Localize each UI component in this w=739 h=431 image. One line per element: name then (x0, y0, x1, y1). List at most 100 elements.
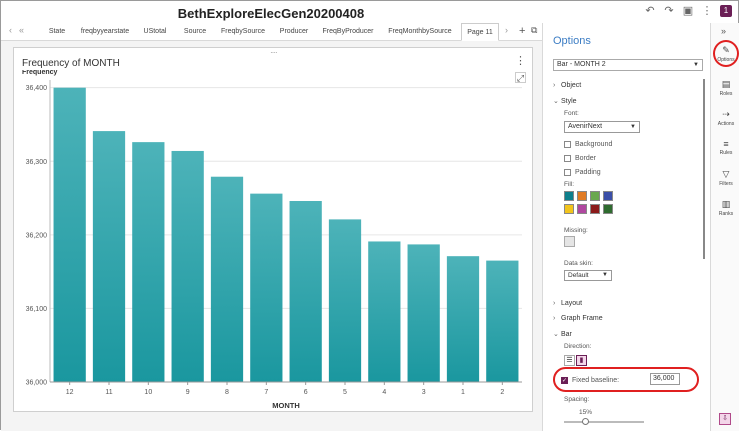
missing-label: Missing: (564, 227, 588, 234)
bar (171, 150, 204, 382)
tab-scroll-left-icon[interactable]: ‹ (9, 25, 12, 35)
title-bar: BethExploreElecGen20200408 ↶ ↷ ▣ ⋮ 1 (1, 1, 739, 23)
save-icon[interactable]: ▣ (682, 5, 694, 17)
y-axis-label: Frequency (22, 70, 58, 76)
add-page-icon[interactable]: + (519, 25, 525, 37)
padding-checkbox[interactable]: Padding (564, 169, 601, 176)
border-checkbox[interactable]: Border (564, 155, 596, 162)
spacing-label: Spacing: (564, 396, 590, 403)
fill-swatch[interactable] (564, 191, 574, 201)
section-bar[interactable]: ⌄ Bar (553, 330, 572, 338)
tab-state[interactable]: State (41, 23, 73, 41)
tab-scroll-first-icon[interactable]: « (19, 25, 24, 35)
tab-scroll-right-icon[interactable]: › (505, 25, 508, 35)
spacing-slider[interactable] (564, 421, 644, 423)
vertical-bar-icon[interactable]: ▮ (576, 355, 587, 366)
chevron-right-icon: › (553, 315, 556, 322)
more-icon[interactable]: ⋮ (701, 5, 713, 17)
bar (486, 260, 519, 382)
drag-handle-icon[interactable]: ···· (270, 48, 278, 57)
object-select-value: Bar - MONTH 2 (557, 61, 606, 68)
bar (210, 176, 244, 382)
fill-swatch[interactable] (577, 204, 587, 214)
tab-freqbyproducer[interactable]: FreqByProducer (319, 23, 377, 41)
font-select[interactable]: AvenirNext ▼ (564, 121, 640, 133)
x-tick-label: 3 (422, 389, 426, 396)
x-tick-label: 9 (186, 389, 190, 396)
tab-freqmonthbysource[interactable]: FreqMonthbySource (385, 23, 455, 41)
bar-chart-object[interactable]: ···· Frequency of MONTH ⋮ ⤢ Frequency 36,… (13, 47, 533, 412)
options-scrollbar[interactable] (703, 79, 705, 259)
rail-actions[interactable]: ⇢ Actions (711, 109, 739, 127)
options-title: Options (553, 35, 591, 47)
bar (250, 193, 283, 382)
fill-swatch[interactable] (590, 191, 600, 201)
tab-freqbyyearstate[interactable]: freqbyyearstate (77, 23, 133, 41)
fill-swatch[interactable] (603, 204, 613, 214)
x-tick-label: 5 (343, 389, 347, 396)
x-tick-label: 10 (144, 389, 152, 396)
tab-freqbysource[interactable]: FreqbySource (218, 23, 268, 41)
chevron-down-icon: ▼ (602, 272, 608, 278)
section-style-label: Style (561, 98, 577, 105)
data-skin-label: Data skin: (564, 260, 593, 267)
data-skin-select[interactable]: Default ▼ (564, 270, 612, 281)
y-tick-label: 36,200 (26, 232, 48, 239)
fixed-baseline-input[interactable]: 36,000 (650, 373, 680, 385)
right-rail: » ✎ Options ▤ Roles ⇢ Actions ≡ Rules ▽ … (710, 23, 739, 431)
section-layout-label: Layout (561, 300, 583, 307)
x-tick-label: 12 (66, 389, 74, 396)
tab-ustotal[interactable]: UStotal (139, 23, 171, 41)
chevron-right-icon: › (553, 82, 556, 89)
checkbox-box (564, 155, 571, 162)
x-tick-label: 7 (264, 389, 268, 396)
object-select[interactable]: Bar - MONTH 2 ▼ (553, 59, 703, 71)
user-badge[interactable]: 1 (720, 5, 732, 17)
tab-producer[interactable]: Producer (275, 23, 313, 41)
section-graph-frame[interactable]: › Graph Frame (553, 315, 603, 322)
pin-pane-icon[interactable]: ⇩ (719, 413, 731, 425)
redo-icon[interactable]: ↷ (663, 5, 675, 17)
fill-swatch[interactable] (603, 191, 613, 201)
bar (368, 241, 401, 382)
missing-color-swatch[interactable] (564, 236, 575, 247)
rail-rules[interactable]: ≡ Rules (711, 139, 739, 156)
paintbrush-icon: ✎ (722, 45, 730, 55)
fill-swatch[interactable] (564, 204, 574, 214)
spacing-slider-knob[interactable] (582, 418, 589, 425)
section-layout[interactable]: › Layout (553, 300, 582, 307)
checkbox-box (564, 141, 571, 148)
rail-filters[interactable]: ▽ Filters (711, 169, 739, 187)
collapse-pane-icon[interactable]: » (721, 26, 726, 36)
background-checkbox[interactable]: Background (564, 141, 612, 148)
title-toolbar: ↶ ↷ ▣ ⋮ 1 (644, 5, 732, 17)
tab-page-11[interactable]: Page 11 (461, 23, 499, 41)
object-menu-icon[interactable]: ⋮ (515, 54, 526, 67)
chart-title: Frequency of MONTH (22, 58, 120, 69)
ranks-icon: ▥ (721, 199, 731, 209)
fill-swatch[interactable] (590, 204, 600, 214)
font-select-value: AvenirNext (568, 123, 603, 130)
bar (132, 142, 165, 382)
rail-ranks[interactable]: ▥ Ranks (711, 199, 739, 217)
fixed-baseline-label: Fixed baseline: (572, 376, 620, 384)
section-style[interactable]: ⌄ Style (553, 97, 577, 105)
rail-roles[interactable]: ▤ Roles (711, 79, 739, 97)
x-tick-label: 6 (304, 389, 308, 396)
spacing-value: 15% (579, 409, 593, 416)
checkbox-checked-icon: ✓ (561, 376, 568, 384)
rail-options-label: Options (717, 57, 735, 63)
y-tick-label: 36,000 (26, 380, 48, 387)
x-tick-label: 2 (500, 389, 504, 396)
section-object[interactable]: › Object (553, 82, 581, 89)
horizontal-bar-icon[interactable]: ☰ (564, 355, 575, 366)
fill-swatch[interactable] (577, 191, 587, 201)
x-axis-label: MONTH (272, 401, 300, 410)
report-canvas: ···· Frequency of MONTH ⋮ ⤢ Frequency 36,… (1, 41, 542, 431)
undo-icon[interactable]: ↶ (644, 5, 656, 17)
tab-source[interactable]: Source (178, 23, 212, 41)
rail-options[interactable]: ✎ Options (711, 45, 739, 63)
bar (446, 256, 480, 382)
rail-ranks-label: Ranks (718, 211, 734, 217)
duplicate-page-icon[interactable]: ⧉ (531, 25, 537, 36)
